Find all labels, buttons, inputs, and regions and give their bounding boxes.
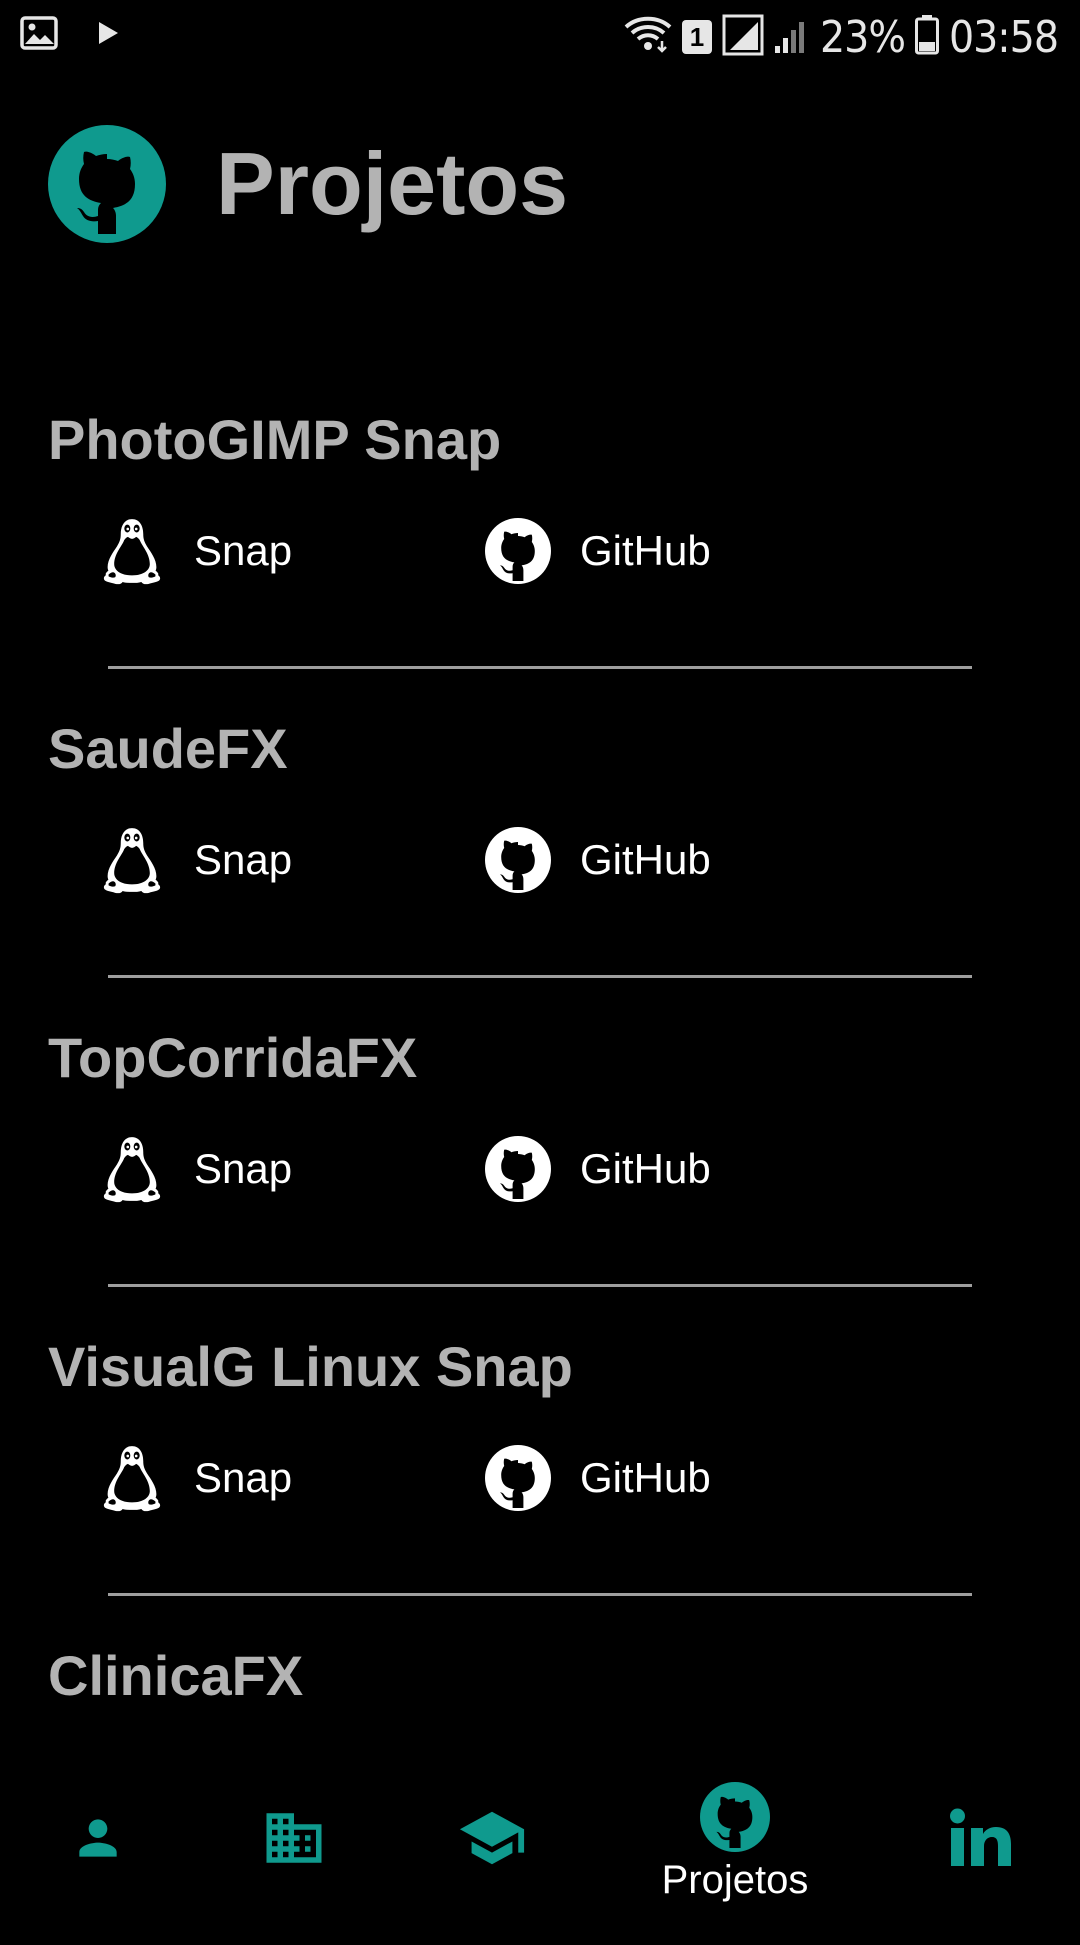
linux-icon xyxy=(98,824,166,896)
github-link-label: GitHub xyxy=(580,836,711,883)
github-link-label: GitHub xyxy=(580,1145,711,1192)
nav-label-projects: Projetos xyxy=(661,1857,809,1902)
github-link[interactable]: GitHub xyxy=(484,1439,711,1517)
linux-icon xyxy=(98,1133,166,1205)
github-link[interactable]: GitHub xyxy=(484,512,711,590)
divider xyxy=(108,975,972,978)
project-card: VisualG Linux Snap Snap GitHub xyxy=(0,1327,1080,1636)
project-name: VisualG Linux Snap xyxy=(48,1335,573,1398)
github-link-label: GitHub xyxy=(580,1454,711,1501)
project-name: SaudeFX xyxy=(48,717,288,780)
linux-icon xyxy=(98,1442,166,1514)
project-card: SaudeFX Snap GitHub xyxy=(0,709,1080,1018)
divider xyxy=(108,1593,972,1596)
linkedin-icon xyxy=(949,1808,1015,1873)
battery-percent: 23% xyxy=(819,11,906,63)
github-icon xyxy=(48,125,166,243)
snap-link-label: Snap xyxy=(194,1454,293,1501)
status-bar: 1 23% 03:58 xyxy=(0,0,1080,72)
wifi-icon xyxy=(624,15,672,60)
snap-link-label: Snap xyxy=(194,1145,293,1192)
bottom-navigation: Projetos xyxy=(0,1760,1080,1920)
nav-item-education[interactable] xyxy=(450,1760,534,1920)
page-header: Projetos xyxy=(48,125,568,243)
divider xyxy=(108,1284,972,1287)
github-icon xyxy=(484,1442,552,1514)
business-icon xyxy=(261,1805,327,1876)
github-link[interactable]: GitHub xyxy=(484,821,711,899)
image-icon xyxy=(20,16,58,55)
clock: 03:58 xyxy=(948,11,1059,63)
snap-link[interactable]: Snap xyxy=(98,512,292,590)
snap-link-label: Snap xyxy=(194,836,293,883)
project-name: ClinicaFX xyxy=(48,1644,304,1707)
snap-link-label: Snap xyxy=(194,527,293,574)
play-icon xyxy=(96,20,120,51)
project-name: TopCorridaFX xyxy=(48,1026,418,1089)
school-icon xyxy=(457,1803,527,1878)
signal-icon xyxy=(774,16,810,59)
signal-icon xyxy=(722,14,764,61)
nav-item-projects[interactable]: Projetos xyxy=(640,1760,830,1920)
nav-item-experience[interactable] xyxy=(252,1760,336,1920)
nav-item-linkedin[interactable] xyxy=(944,1760,1020,1920)
project-name: PhotoGIMP Snap xyxy=(48,408,502,471)
person-icon xyxy=(70,1810,126,1871)
snap-link[interactable]: Snap xyxy=(98,1439,292,1517)
battery-icon xyxy=(914,14,939,60)
nav-item-profile[interactable] xyxy=(58,1760,138,1920)
snap-link[interactable]: Snap xyxy=(98,1130,292,1208)
linux-icon xyxy=(98,515,166,587)
github-link[interactable]: GitHub xyxy=(484,1130,711,1208)
github-icon xyxy=(484,824,552,896)
github-link-label: GitHub xyxy=(580,527,711,574)
project-list: PhotoGIMP Snap Snap GitHub SaudeFX Snap xyxy=(0,400,1080,1945)
github-icon xyxy=(484,515,552,587)
page-title: Projetos xyxy=(216,134,569,233)
project-card: TopCorridaFX Snap GitHub xyxy=(0,1018,1080,1327)
divider xyxy=(108,666,972,669)
project-card: PhotoGIMP Snap Snap GitHub xyxy=(0,400,1080,709)
sim-icon: 1 xyxy=(681,20,712,54)
github-icon xyxy=(484,1133,552,1205)
github-icon xyxy=(699,1781,771,1858)
snap-link[interactable]: Snap xyxy=(98,821,292,899)
